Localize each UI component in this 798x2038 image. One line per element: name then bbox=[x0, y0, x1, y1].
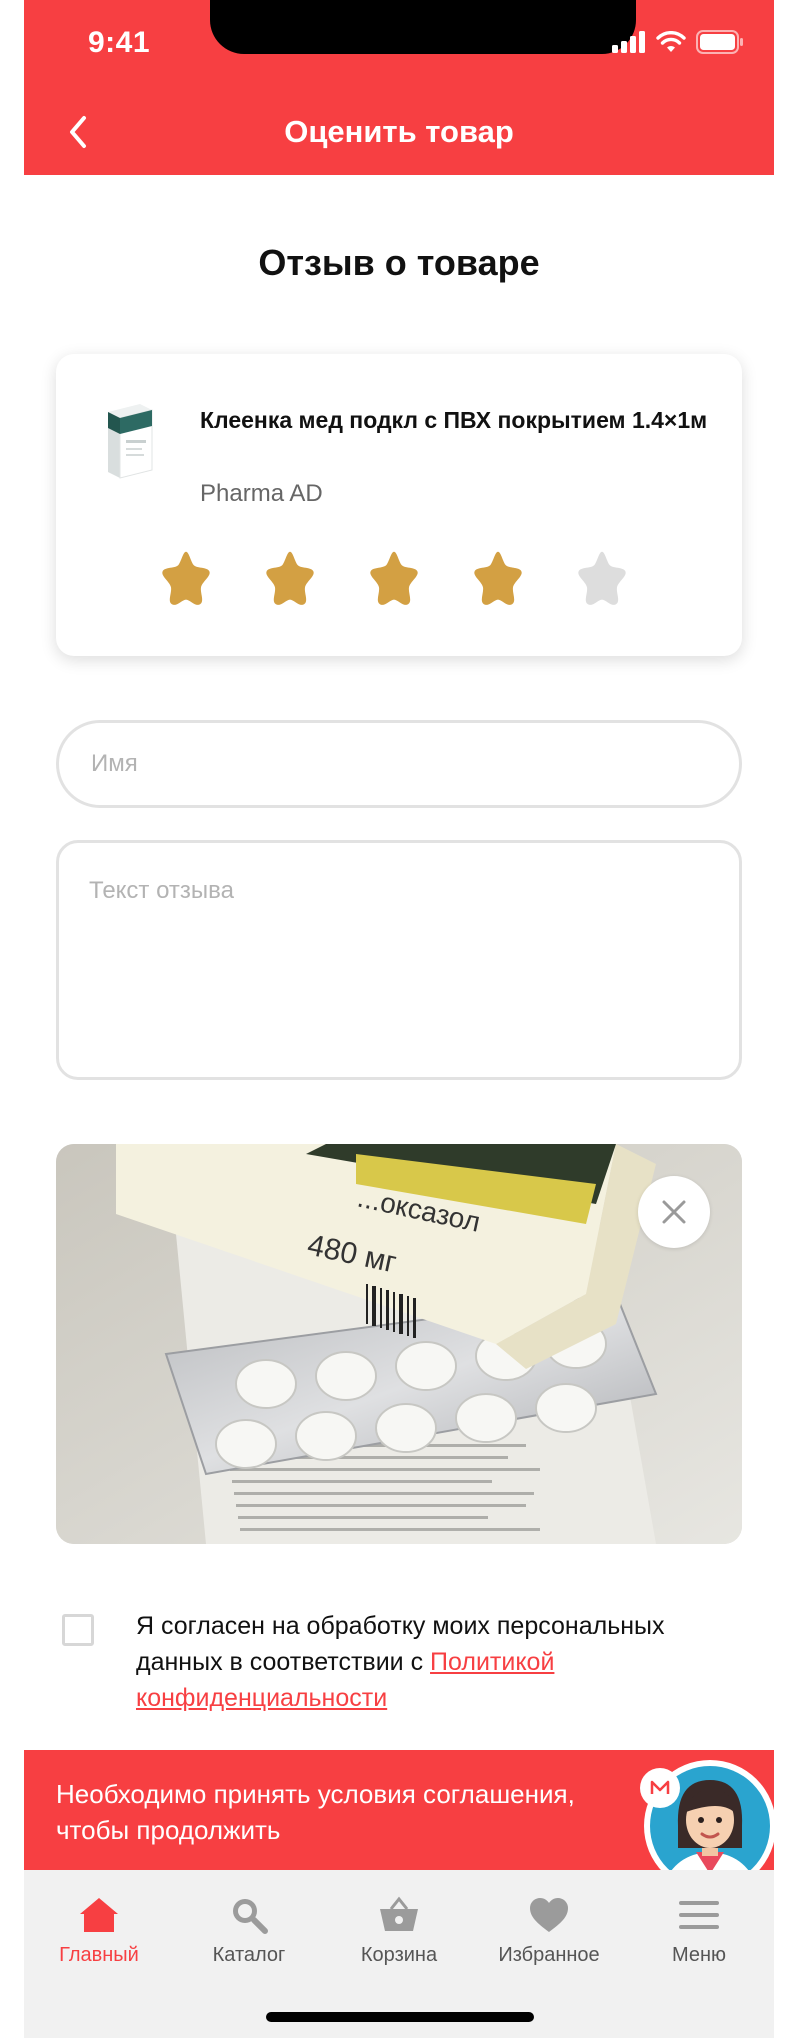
menu-icon bbox=[624, 1890, 774, 1940]
header-bar: 9:41 Оценить товар bbox=[24, 0, 774, 175]
product-image bbox=[108, 404, 153, 479]
tab-label: Избранное bbox=[498, 1944, 600, 1966]
page-title: Оценить товар bbox=[284, 114, 514, 149]
consent-text: Я согласен на обработку моих персональны… bbox=[136, 1608, 696, 1716]
rating-stars[interactable] bbox=[156, 548, 632, 608]
home-indicator bbox=[266, 2012, 534, 2022]
star-filled-icon[interactable] bbox=[468, 548, 528, 608]
tab-catalog[interactable]: Каталог bbox=[174, 1890, 324, 1967]
tab-menu[interactable]: Меню bbox=[624, 1890, 774, 1967]
basket-icon bbox=[324, 1890, 474, 1940]
tab-label: Каталог bbox=[212, 1944, 286, 1966]
tab-label: Меню bbox=[671, 1944, 727, 1966]
name-input[interactable] bbox=[56, 720, 742, 808]
product-brand: Pharma AD bbox=[200, 480, 323, 507]
medical-logo-icon bbox=[650, 1780, 670, 1794]
product-name: Клеенка мед подкл с ПВХ покрытием 1.4×1м bbox=[200, 407, 708, 433]
heart-icon bbox=[474, 1890, 624, 1940]
consent-checkbox[interactable] bbox=[62, 1614, 94, 1646]
status-time: 9:41 bbox=[88, 26, 151, 59]
assistant-badge[interactable] bbox=[640, 1768, 680, 1808]
tab-cart[interactable]: Корзина bbox=[324, 1890, 474, 1967]
signal-icon bbox=[612, 31, 645, 53]
close-icon bbox=[662, 1200, 686, 1224]
tab-home[interactable]: Главный bbox=[24, 1890, 174, 1967]
tab-favorites[interactable]: Избранное bbox=[474, 1890, 624, 1967]
tab-label: Корзина bbox=[360, 1944, 438, 1966]
star-filled-icon[interactable] bbox=[156, 548, 216, 608]
warning-text: Необходимо принять условия соглашения, ч… bbox=[56, 1779, 575, 1845]
section-title: Отзыв о товаре bbox=[258, 242, 540, 283]
remove-photo-button[interactable] bbox=[638, 1176, 710, 1248]
device-notch bbox=[210, 0, 636, 54]
status-icons bbox=[612, 30, 744, 54]
tab-label: Главный bbox=[59, 1944, 139, 1966]
search-icon bbox=[174, 1890, 324, 1940]
consent-text-body: Я согласен на обработку моих персональны… bbox=[136, 1612, 665, 1676]
battery-icon bbox=[696, 30, 743, 54]
wifi-icon bbox=[656, 31, 686, 52]
review-screen: 9:41 Оценить товар Отзыв о товаре Клеенк… bbox=[0, 0, 798, 2038]
star-filled-icon[interactable] bbox=[364, 548, 424, 608]
review-text-input[interactable] bbox=[56, 840, 742, 1080]
home-icon bbox=[24, 1890, 174, 1940]
star-filled-icon[interactable] bbox=[260, 548, 320, 608]
star-empty-icon[interactable] bbox=[572, 548, 632, 608]
product-card: Клеенка мед подкл с ПВХ покрытием 1.4×1м… bbox=[56, 354, 742, 656]
